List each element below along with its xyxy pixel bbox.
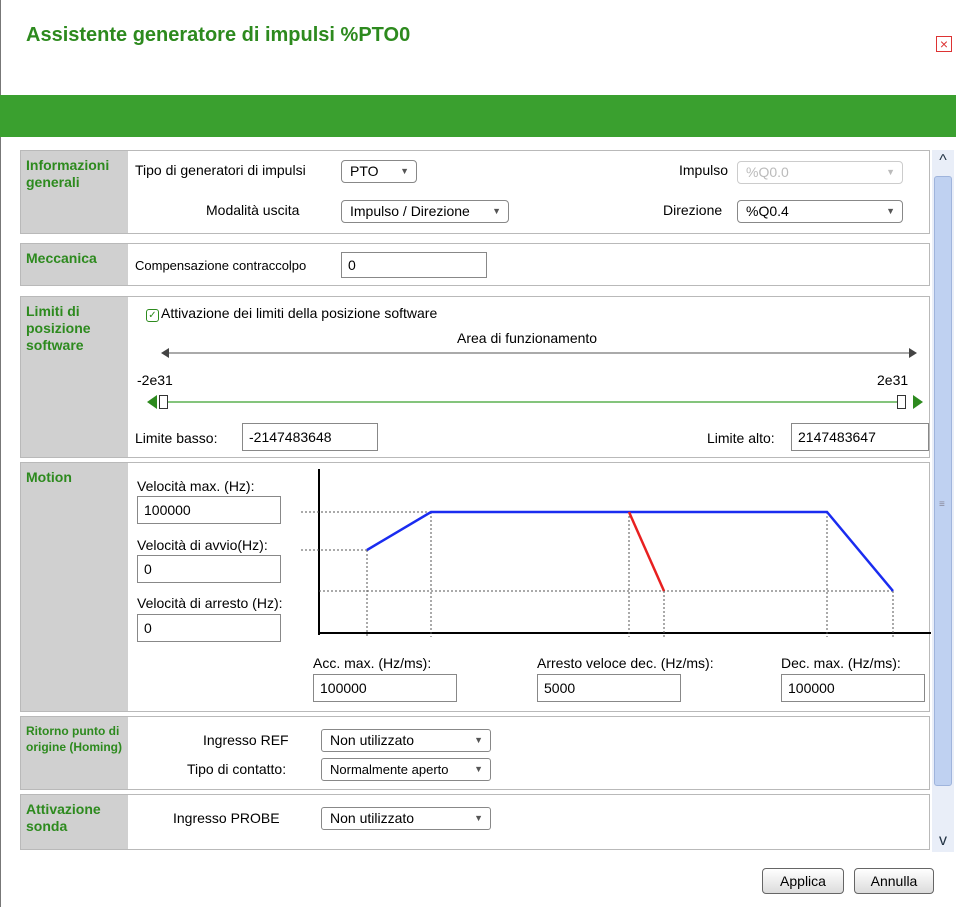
high-limit-label: Limite alto: (707, 430, 775, 446)
chevron-down-icon: ▼ (886, 206, 895, 216)
window-title: Assistente generatore di impulsi %PTO0 (26, 24, 411, 46)
section-label-mechanics: Meccanica (21, 244, 128, 285)
enable-limits-checkbox[interactable]: ✓ (146, 309, 159, 322)
output-mode-label: Modalità uscita (206, 202, 300, 218)
position-slider-track (147, 395, 923, 409)
section-label-homing: Ritorno punto di origine (Homing) (21, 717, 128, 789)
chevron-down-icon: ▼ (886, 167, 895, 177)
probe-input-label: Ingresso PROBE (173, 810, 280, 826)
stop-speed-label: Velocità di arresto (Hz): (137, 595, 283, 611)
section-motion: Motion Velocità max. (Hz): 100000 Veloci… (20, 462, 931, 712)
section-label-general: Informazioni generali (21, 151, 128, 233)
low-limit-label: Limite basso: (135, 430, 218, 446)
cancel-button[interactable]: Annulla (854, 868, 934, 894)
high-limit-input[interactable]: 2147483647 (791, 423, 929, 451)
probe-input-value: Non utilizzato (330, 810, 415, 826)
start-speed-label: Velocità di avvio(Hz): (137, 537, 268, 553)
direction-value: %Q0.4 (746, 203, 789, 219)
direction-label: Direzione (663, 202, 723, 218)
dec-input[interactable]: 100000 (781, 674, 925, 702)
section-label-probe: Attivazione sonda (21, 795, 128, 849)
output-mode-value: Impulso / Direzione (350, 203, 470, 219)
max-speed-label: Velocità max. (Hz): (137, 478, 255, 494)
contact-type-value: Normalmente aperto (330, 762, 449, 777)
chevron-down-icon: ▼ (474, 764, 483, 774)
section-mechanics: Meccanica Compensazione contraccolpo 0 (20, 243, 930, 286)
fast-stop-line (627, 511, 666, 592)
generator-type-label: Tipo di generatori di impulsi (135, 162, 306, 178)
header-bar (0, 95, 956, 137)
high-limit-handle[interactable] (897, 395, 906, 409)
settings-panel: Informazioni generali Tipo di generatori… (12, 150, 932, 852)
vertical-scrollbar[interactable]: ^ ≡ v (932, 150, 954, 852)
area-arrow (161, 348, 917, 358)
generator-type-value: PTO (350, 163, 379, 179)
backlash-label: Compensazione contraccolpo (135, 258, 307, 273)
acc-input[interactable]: 100000 (313, 674, 457, 702)
area-label: Area di funzionamento (457, 330, 598, 346)
section-homing: Ritorno punto di origine (Homing) Ingres… (20, 716, 930, 790)
ref-input-select[interactable]: Non utilizzato ▼ (321, 729, 491, 752)
grip-icon: ≡ (939, 499, 945, 510)
min-position-label: -2e31 (137, 372, 173, 388)
start-speed-input[interactable]: 0 (137, 555, 281, 583)
stop-speed-input[interactable]: 0 (137, 614, 281, 642)
chevron-down-icon: ▼ (492, 206, 501, 216)
pulse-select: %Q0.0 ▼ (737, 161, 903, 184)
max-position-label: 2e31 (877, 372, 909, 388)
generator-type-select[interactable]: PTO ▼ (341, 160, 417, 183)
ref-input-label: Ingresso REF (203, 732, 289, 748)
section-label-software-limits: Limiti di posizione software (21, 297, 128, 457)
scroll-down-icon[interactable]: v (932, 830, 954, 852)
contact-type-label: Tipo di contatto: (187, 761, 287, 777)
section-label-motion: Motion (21, 463, 128, 711)
scroll-up-icon[interactable]: ^ (932, 150, 954, 172)
pulse-value: %Q0.0 (746, 164, 789, 180)
chevron-down-icon: ▼ (474, 735, 483, 745)
enable-limits-label: Attivazione dei limiti della posizione s… (161, 305, 438, 321)
direction-select[interactable]: %Q0.4 ▼ (737, 200, 903, 223)
section-probe: Attivazione sonda Ingresso PROBE Non uti… (20, 794, 930, 850)
backlash-input[interactable]: 0 (341, 252, 487, 278)
probe-input-select[interactable]: Non utilizzato ▼ (321, 807, 491, 830)
motion-profile-diagram (301, 469, 931, 637)
pulse-label: Impulso (679, 162, 729, 178)
low-limit-input[interactable]: -2147483648 (242, 423, 378, 451)
ref-input-value: Non utilizzato (330, 732, 415, 748)
contact-type-select[interactable]: Normalmente aperto ▼ (321, 758, 491, 781)
scroll-thumb[interactable]: ≡ (934, 176, 952, 786)
fast-stop-input[interactable]: 5000 (537, 674, 681, 702)
max-speed-input[interactable]: 100000 (137, 496, 281, 524)
low-limit-handle[interactable] (159, 395, 168, 409)
apply-button[interactable]: Applica (762, 868, 844, 894)
chevron-down-icon: ▼ (474, 813, 483, 823)
speed-profile-line (366, 510, 894, 592)
acc-label: Acc. max. (Hz/ms): (313, 655, 432, 671)
section-general: Informazioni generali Tipo di generatori… (20, 150, 930, 234)
close-icon[interactable]: × (936, 36, 952, 52)
section-software-limits: Limiti di posizione software ✓ Attivazio… (20, 296, 930, 458)
dec-label: Dec. max. (Hz/ms): (781, 655, 901, 671)
output-mode-select[interactable]: Impulso / Direzione ▼ (341, 200, 509, 223)
chevron-down-icon: ▼ (400, 166, 409, 176)
fast-stop-label: Arresto veloce dec. (Hz/ms): (537, 655, 714, 671)
